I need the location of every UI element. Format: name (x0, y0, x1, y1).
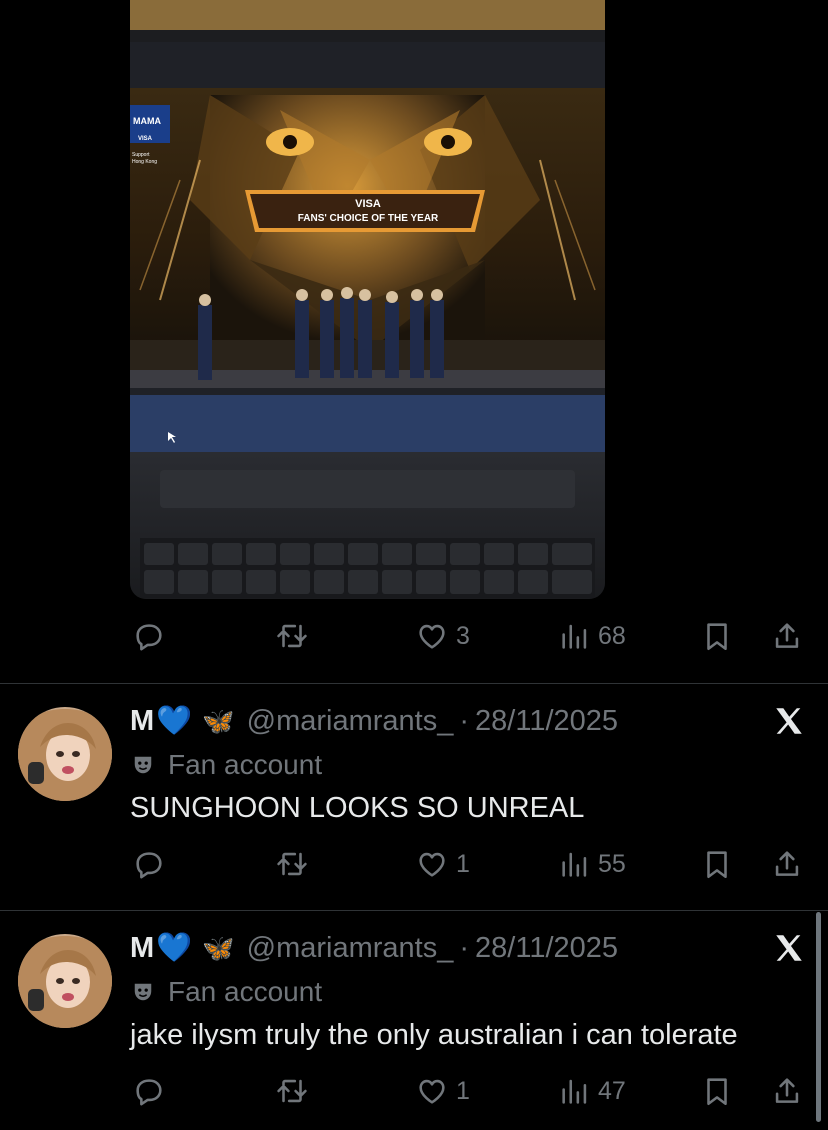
badge-label: Fan account (168, 976, 323, 1007)
media-logo-text: MAMA (133, 116, 161, 126)
repost-button[interactable] (274, 616, 310, 656)
x-logo-icon (776, 935, 802, 961)
reply-button[interactable] (132, 1071, 166, 1111)
repost-icon (277, 852, 307, 876)
author-name[interactable]: M (130, 705, 154, 738)
tweet-date[interactable]: 28/11/2025 (475, 932, 618, 965)
repost-icon (277, 1079, 307, 1103)
reply-icon (136, 624, 162, 651)
butterfly-emoji: 🦋 (202, 932, 235, 963)
avatar[interactable] (18, 707, 112, 801)
bookmark-button[interactable] (700, 1071, 734, 1111)
tweet-date[interactable]: 28/11/2025 (475, 705, 618, 738)
like-button[interactable]: 3 (414, 616, 470, 656)
source-x-button[interactable] (772, 931, 806, 970)
share-icon (775, 1078, 799, 1103)
author-name[interactable]: M (130, 932, 154, 965)
reply-button[interactable] (132, 616, 166, 656)
blue-heart-emoji: 💙 (156, 932, 193, 964)
like-count: 1 (456, 1076, 470, 1105)
theater-mask-icon (134, 983, 152, 1001)
media-logo-note2: Hong Kong (132, 159, 157, 165)
author-handle[interactable]: @mariamrants_ (247, 932, 454, 965)
like-count: 3 (456, 621, 470, 650)
tweet-divider (0, 910, 828, 911)
views-count: 55 (598, 849, 626, 878)
fan-account-badge: Fan account (132, 974, 322, 1010)
like-button[interactable]: 1 (414, 1071, 470, 1111)
bookmark-icon (707, 1078, 727, 1106)
bookmark-button[interactable] (700, 616, 734, 656)
butterfly-emoji: 🦋 (202, 705, 235, 736)
tweet-actions: 1 47 (0, 1071, 828, 1111)
bookmark-icon (707, 851, 727, 879)
views-count: 68 (598, 621, 626, 650)
media-banner-subtitle: FANS' CHOICE OF THE YEAR (298, 213, 439, 224)
badge-label: Fan account (168, 749, 323, 780)
share-button[interactable] (770, 1071, 804, 1111)
avatar[interactable] (18, 934, 112, 1028)
bookmark-icon (707, 623, 727, 651)
heart-icon (419, 1079, 445, 1104)
separator-dot: · (459, 704, 470, 737)
views-count: 47 (598, 1076, 626, 1105)
media-logo-note1: Support (132, 152, 150, 158)
tweet-author-row: M 💙 🦋 @mariamrants_ · 28/11/2025 (130, 928, 618, 968)
tweet-text: SUNGHOON LOOKS SO UNREAL (130, 792, 585, 824)
repost-button[interactable] (274, 1071, 310, 1111)
reply-icon (136, 1079, 162, 1106)
heart-icon (419, 852, 445, 877)
tweet-media-photo[interactable]: MAMA VISA Support Hong Kong VISA FANS' C… (130, 0, 605, 599)
media-logo-sub: VISA (138, 136, 153, 142)
heart-icon (419, 624, 445, 649)
like-button[interactable]: 1 (414, 844, 470, 884)
scrollbar[interactable] (816, 912, 821, 1122)
tweet-actions: 3 68 (0, 616, 828, 656)
separator-dot: · (459, 931, 470, 964)
media-banner-title: VISA (355, 198, 381, 210)
theater-mask-icon (134, 756, 152, 774)
tweet-actions: 1 55 (0, 844, 828, 884)
share-button[interactable] (770, 844, 804, 884)
share-icon (775, 623, 799, 648)
source-x-button[interactable] (772, 704, 806, 743)
x-logo-icon (776, 708, 802, 734)
fan-account-badge: Fan account (132, 747, 322, 783)
share-icon (775, 851, 799, 876)
repost-icon (277, 624, 307, 648)
views-button[interactable]: 68 (558, 616, 626, 656)
reply-icon (136, 852, 162, 879)
reply-button[interactable] (132, 844, 166, 884)
like-count: 1 (456, 849, 470, 878)
repost-button[interactable] (274, 844, 310, 884)
tweet-divider (0, 683, 828, 684)
blue-heart-emoji: 💙 (156, 705, 193, 737)
bookmark-button[interactable] (700, 844, 734, 884)
views-button[interactable]: 47 (558, 1071, 626, 1111)
tweet-author-row: M 💙 🦋 @mariamrants_ · 28/11/2025 (130, 701, 618, 741)
views-button[interactable]: 55 (558, 844, 626, 884)
author-handle[interactable]: @mariamrants_ (247, 705, 454, 738)
share-button[interactable] (770, 616, 804, 656)
views-icon (562, 1079, 587, 1104)
views-icon (562, 624, 587, 649)
tweet-text: jake ilysm truly the only australian i c… (130, 1019, 738, 1051)
views-icon (562, 852, 587, 877)
